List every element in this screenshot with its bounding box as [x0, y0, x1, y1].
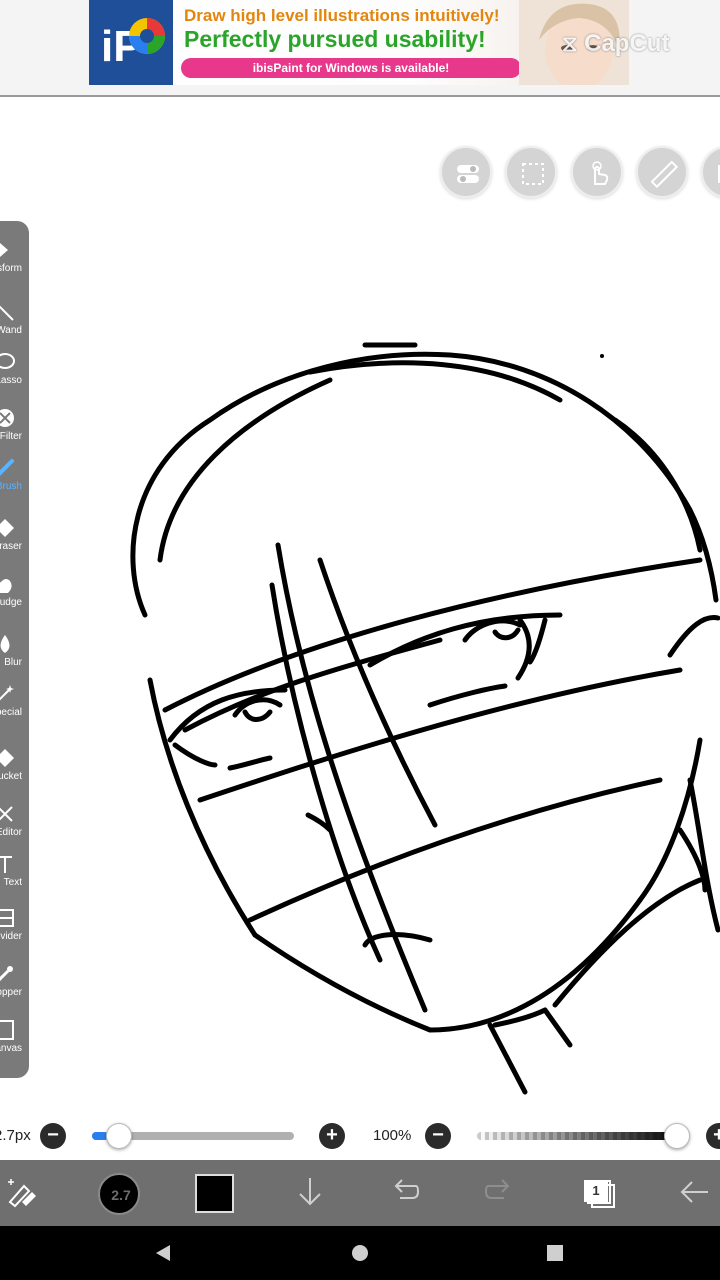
magic-wand-icon	[0, 305, 14, 321]
drawing-canvas[interactable]	[0, 100, 720, 1120]
color-picker-button[interactable]	[195, 1174, 234, 1213]
bucket-icon	[0, 749, 14, 767]
nav-back-icon[interactable]	[152, 1242, 174, 1264]
redo-icon	[484, 1179, 510, 1199]
tool-label: Transform	[0, 263, 22, 274]
text-icon	[0, 856, 12, 873]
brush-icon	[0, 459, 14, 476]
tool-label: Lasso	[0, 375, 22, 386]
tool-label: Filter	[0, 431, 22, 442]
opacity-label: 100%	[373, 1127, 412, 1144]
ad-subline: ibisPaint for Windows is available!	[181, 58, 521, 78]
system-navigation-bar	[0, 1226, 720, 1280]
tool-label: Editor	[0, 827, 22, 838]
ruler-icon	[650, 160, 678, 188]
filter-icon	[0, 409, 14, 427]
smudge-icon	[0, 579, 12, 593]
brush-size-badge: 2.7	[111, 1187, 131, 1203]
tool-selection-button[interactable]	[4, 1174, 44, 1214]
toggle-tool-button[interactable]	[440, 146, 492, 198]
capcut-logo-icon: ⧖	[562, 31, 578, 56]
tool-label: Canvas	[0, 1043, 22, 1054]
brush-size-knob[interactable]	[106, 1123, 132, 1149]
nav-recents-icon[interactable]	[545, 1243, 565, 1263]
tool-label: Eraser	[0, 541, 22, 552]
opacity-decrease-button[interactable]: −	[425, 1123, 451, 1149]
frame-divider-icon	[0, 909, 14, 927]
toggle-icon	[457, 165, 479, 183]
opacity-increase-button[interactable]: +	[706, 1123, 720, 1149]
ibispaint-screen: iP Draw high level illustrations intuiti…	[0, 0, 720, 1280]
color-wheel-icon	[129, 18, 165, 54]
tool-label: Frame Divider	[0, 931, 22, 942]
plus-icon: +	[713, 1124, 720, 1146]
tool-label: Smudge	[0, 597, 22, 608]
ruler-tool-button[interactable]	[636, 146, 688, 198]
blur-icon	[0, 635, 10, 653]
tool-label: Magic Wand	[0, 325, 22, 336]
editor-icon	[0, 806, 13, 822]
nav-home-icon[interactable]	[349, 1242, 371, 1264]
tool-label: Blur	[4, 657, 22, 668]
opacity-knob[interactable]	[664, 1123, 690, 1149]
capcut-watermark: ⧖ CapCut	[562, 30, 669, 58]
tool-label: Text	[3, 877, 22, 888]
ad-logo: iP	[89, 0, 173, 85]
tool-label: Special	[0, 707, 22, 718]
capcut-watermark-text: CapCut	[584, 30, 670, 57]
special-icon	[0, 685, 14, 701]
selection-tool-button[interactable]	[505, 146, 557, 198]
layers-button[interactable]: 1	[580, 1175, 616, 1211]
selection-icon	[522, 163, 544, 185]
brush-size-decrease-button[interactable]: −	[40, 1123, 66, 1149]
eraser-icon	[0, 519, 14, 537]
brush-settings-button[interactable]: 2.7	[98, 1173, 140, 1215]
opacity-slider[interactable]	[477, 1123, 690, 1149]
tool-panel: Transform Magic Wand Lasso Filter Brush Erase…	[0, 221, 29, 1078]
ad-headline-1: Draw high level illustrations intuitivel…	[184, 6, 500, 25]
brush-size-slider[interactable]	[92, 1123, 294, 1149]
frame-icon	[718, 165, 720, 183]
hand-icon	[592, 161, 609, 185]
plus-icon: +	[326, 1124, 338, 1146]
layer-count: 1	[584, 1180, 608, 1202]
back-button[interactable]	[676, 1174, 716, 1214]
eyedropper-icon	[0, 966, 13, 982]
lasso-icon	[0, 353, 15, 369]
minus-icon: −	[47, 1124, 59, 1146]
transform-icon	[0, 243, 8, 257]
arrow-left-icon	[680, 1181, 708, 1203]
ad-headline-2: Perfectly pursued usability!	[184, 26, 486, 52]
canvas-icon	[0, 1020, 14, 1040]
redo-button[interactable]	[482, 1174, 522, 1214]
undo-icon	[394, 1179, 420, 1199]
ad-banner[interactable]: iP Draw high level illustrations intuiti…	[89, 0, 629, 85]
ad-area: iP Draw high level illustrations intuiti…	[0, 0, 720, 97]
brush-eraser-icon	[8, 1179, 36, 1208]
brush-property-bar: 2.7px − + 100% − +	[0, 1118, 720, 1154]
minus-icon: −	[432, 1124, 444, 1146]
brush-size-label: 2.7px	[0, 1127, 31, 1144]
brush-size-increase-button[interactable]: +	[319, 1123, 345, 1149]
hand-tool-button[interactable]	[571, 146, 623, 198]
undo-button[interactable]	[386, 1174, 426, 1214]
move-down-button[interactable]	[292, 1174, 332, 1214]
opacity-track	[477, 1132, 682, 1140]
arrow-down-icon	[299, 1178, 321, 1206]
tool-label: Bucket	[0, 771, 22, 782]
tool-label: Brush	[0, 481, 22, 492]
tool-label: Eyedropper	[0, 987, 22, 998]
